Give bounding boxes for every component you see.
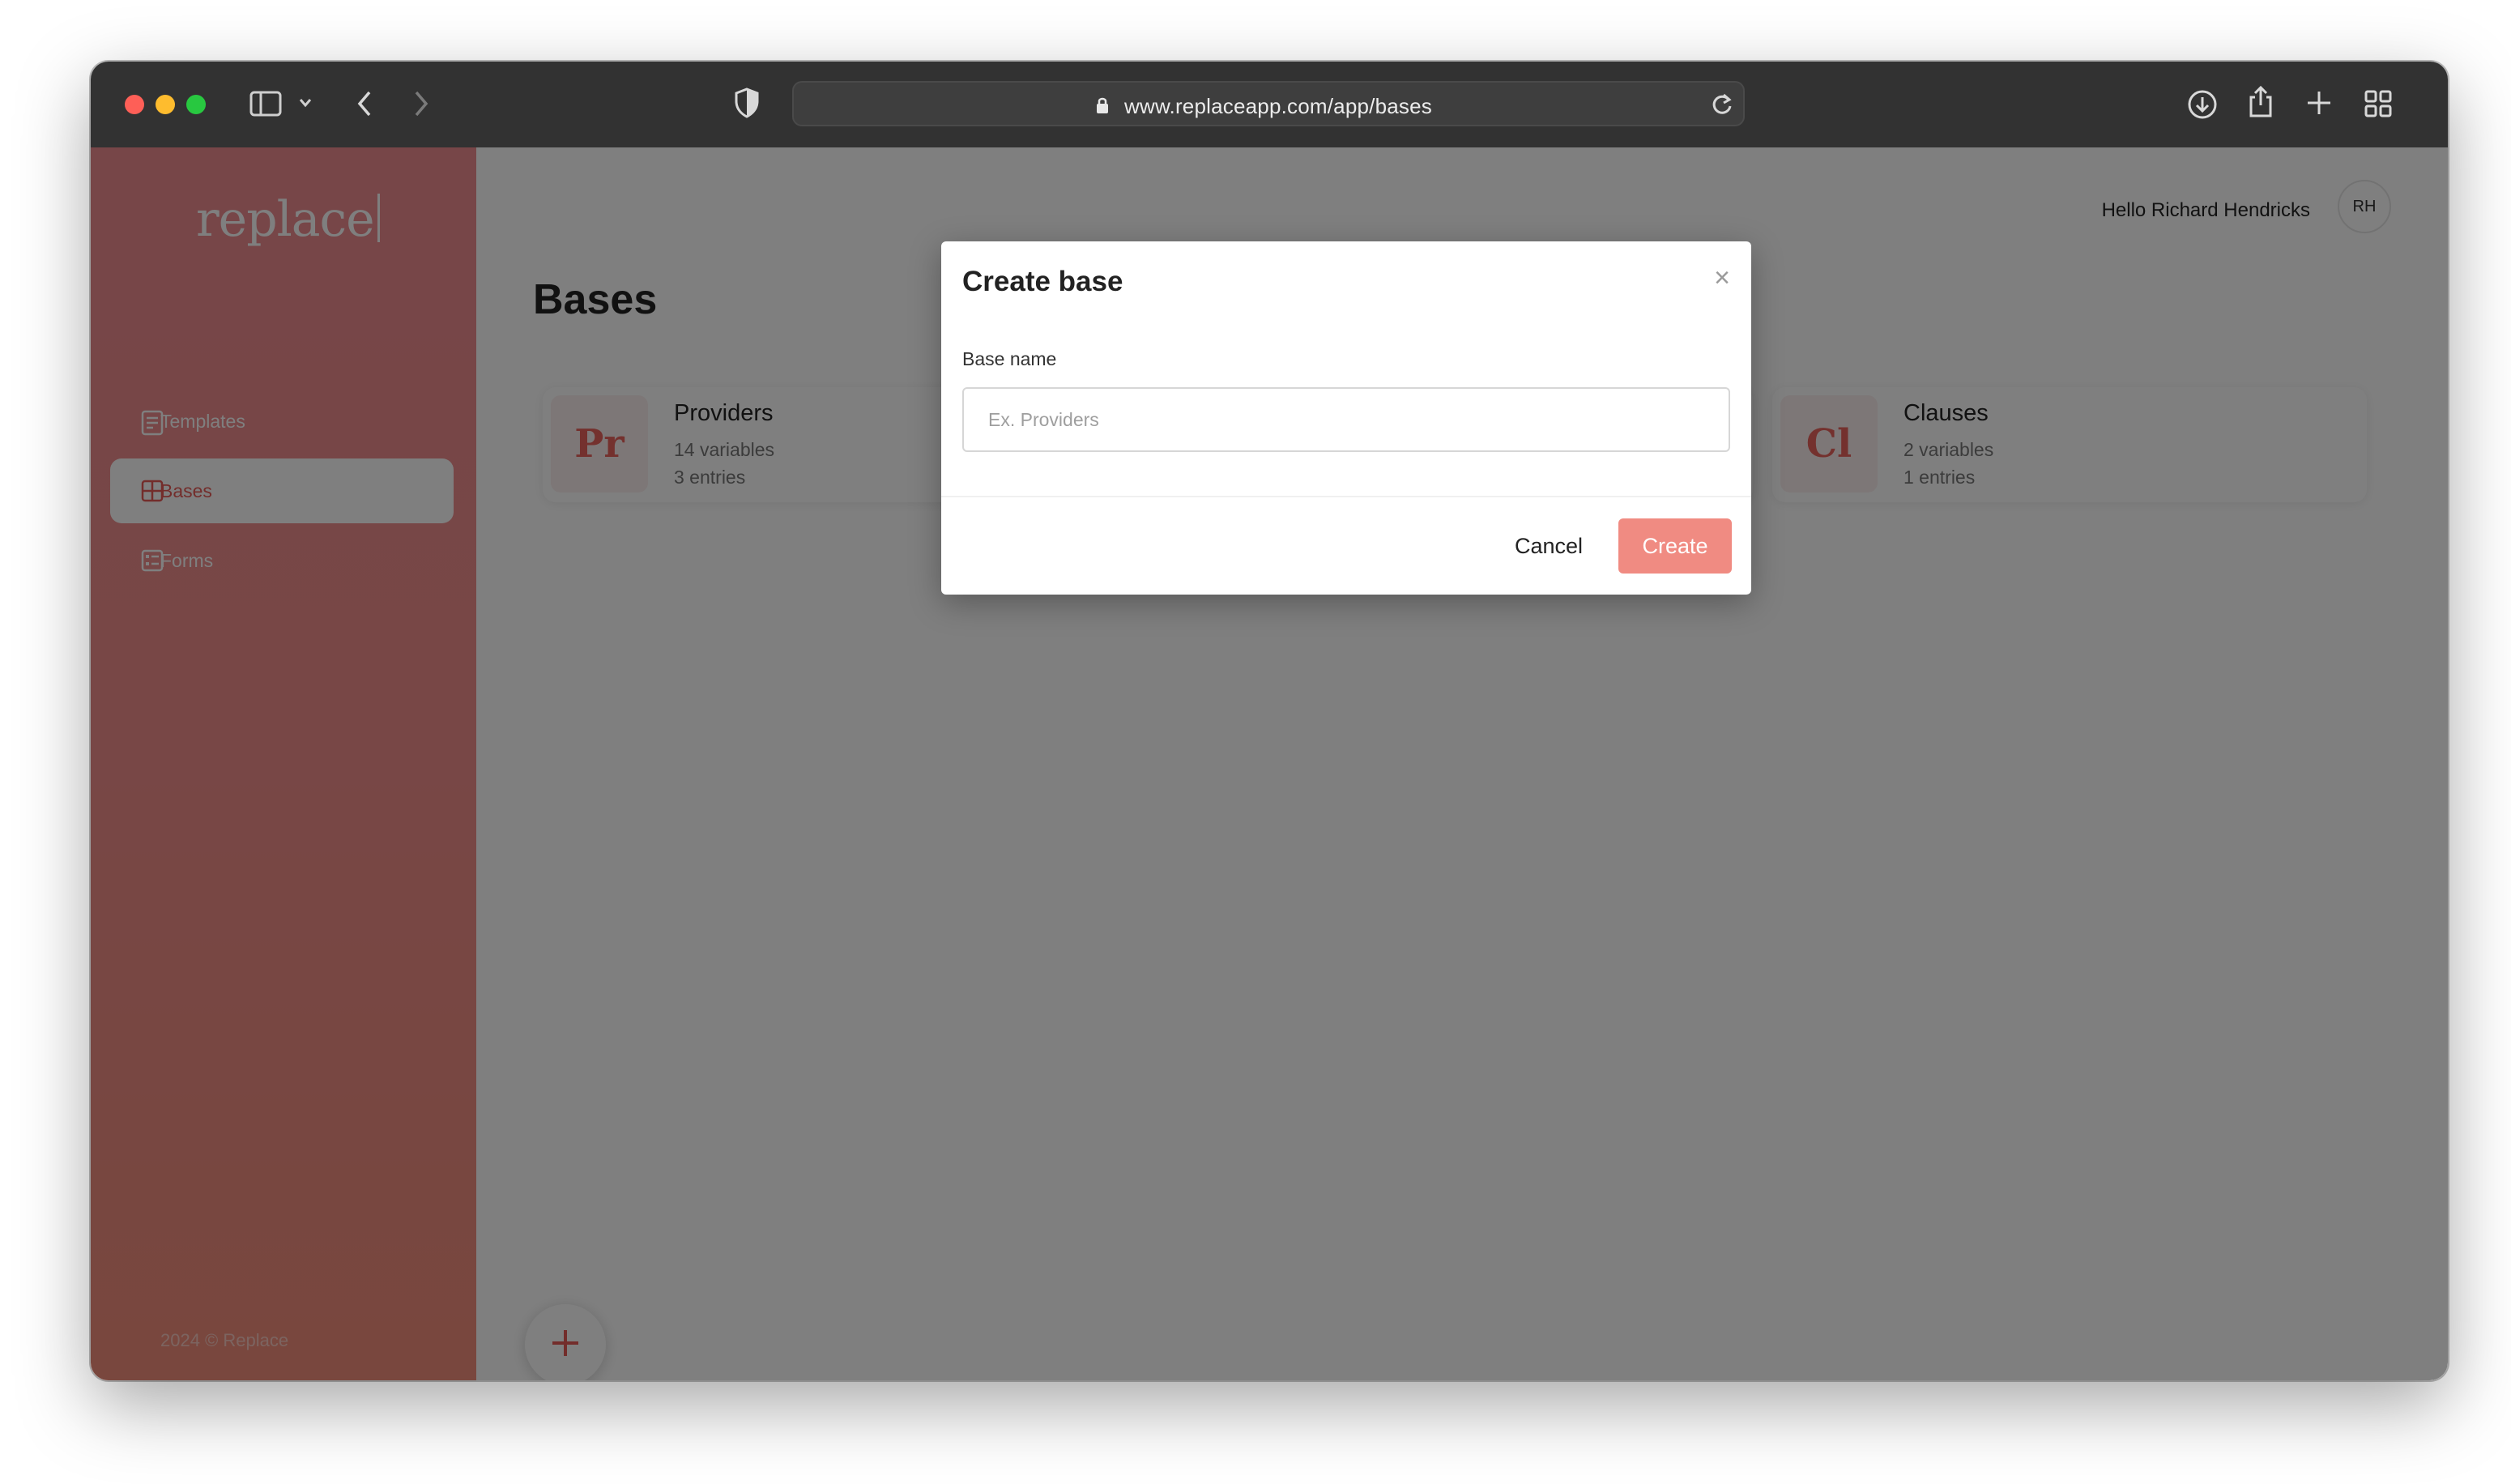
forward-icon[interactable] xyxy=(411,89,431,118)
chevron-down-icon[interactable] xyxy=(298,97,313,109)
create-button[interactable]: Create xyxy=(1618,518,1732,574)
create-base-modal: Create base × Base name Cancel Create xyxy=(941,241,1751,595)
close-icon[interactable]: × xyxy=(1714,264,1730,292)
new-tab-icon[interactable] xyxy=(2305,89,2333,117)
base-name-input[interactable] xyxy=(962,387,1730,452)
minimize-window-button[interactable] xyxy=(156,95,175,114)
share-icon[interactable] xyxy=(2247,84,2274,118)
back-icon[interactable] xyxy=(355,89,374,118)
modal-title: Create base xyxy=(962,266,1123,297)
zoom-window-button[interactable] xyxy=(186,95,206,114)
privacy-shield-icon[interactable] xyxy=(734,87,760,118)
tab-overview-icon[interactable] xyxy=(2364,89,2393,118)
cancel-button[interactable]: Cancel xyxy=(1500,518,1597,574)
address-bar[interactable]: www.replaceapp.com/app/bases xyxy=(792,81,1745,126)
reload-icon[interactable] xyxy=(1711,92,1733,117)
base-name-label: Base name xyxy=(962,348,1057,369)
browser-titlebar: www.replaceapp.com/app/bases xyxy=(91,62,2448,149)
modal-divider xyxy=(941,496,1751,497)
browser-window: www.replaceapp.com/app/bases replace Tem xyxy=(91,62,2448,1380)
url-text: www.replaceapp.com/app/bases xyxy=(1124,94,1432,118)
sidebar-toggle-icon[interactable] xyxy=(249,91,282,117)
download-icon[interactable] xyxy=(2187,89,2218,120)
close-window-button[interactable] xyxy=(125,95,144,114)
